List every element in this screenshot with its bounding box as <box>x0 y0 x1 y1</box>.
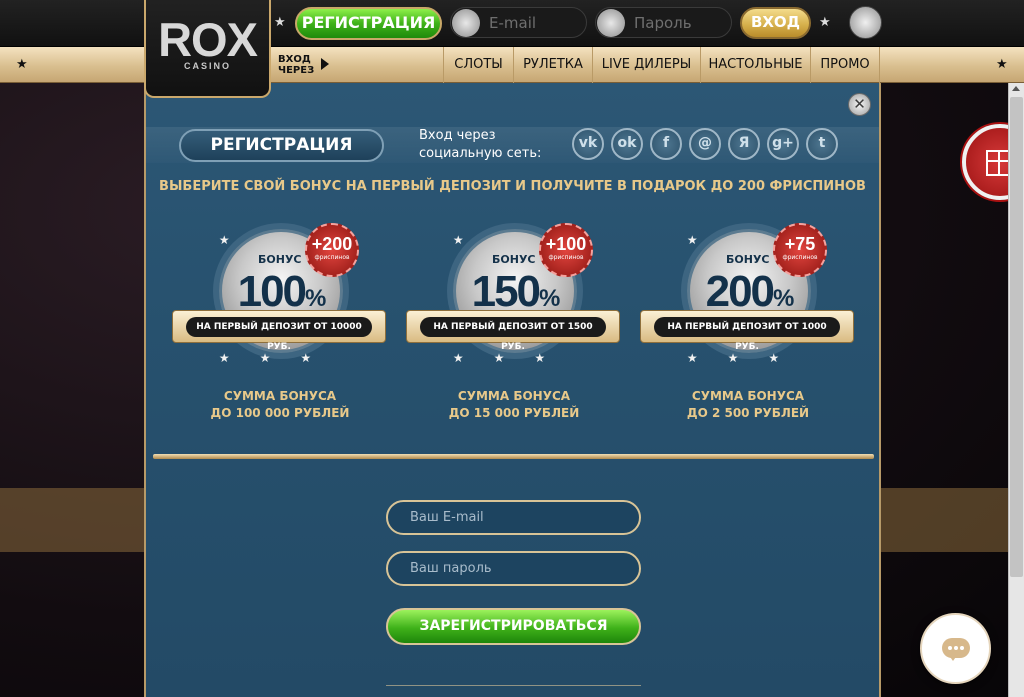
password-input[interactable] <box>386 551 641 586</box>
star-icon: ★ <box>996 57 1008 72</box>
social-login-label: Вход через социальную сеть: <box>419 128 542 161</box>
odnoklassniki-icon[interactable]: ok <box>611 128 643 160</box>
scrollbar-thumb[interactable] <box>1010 97 1023 577</box>
login-via-label[interactable]: ВХОД ЧЕРЕЗ <box>278 54 314 76</box>
twitter-icon[interactable]: t <box>806 128 838 160</box>
star-icon: ★★★ <box>218 351 342 365</box>
nav-item-slots[interactable]: СЛОТЫ <box>443 47 513 83</box>
scrollbar[interactable] <box>1008 83 1024 697</box>
background-banner-right <box>880 488 1010 552</box>
nav-item-roulette[interactable]: РУЛЕТКА <box>513 47 592 83</box>
background-banner-left <box>0 488 150 552</box>
freespins-badge: +200 фриспинов <box>305 223 359 277</box>
bonus-sum-200: СУММА БОНУСА ДО 2 500 РУБЛЕЙ <box>686 389 810 420</box>
logo-subtitle: CASINO <box>183 61 231 71</box>
play-arrow-icon[interactable] <box>321 58 329 70</box>
facebook-icon[interactable]: f <box>650 128 682 160</box>
submit-register-button[interactable]: ЗАРЕГИСТРИРОВАТЬСЯ <box>386 608 641 645</box>
modal-title: РЕГИСТРАЦИЯ <box>179 129 384 162</box>
chat-icon <box>942 638 970 661</box>
freespins-badge: +100 фриспинов <box>539 223 593 277</box>
chat-button[interactable] <box>920 613 991 684</box>
bonus-card-100[interactable]: ★★★ БОНУС 100% +200 фриспинов НА ПЕРВЫЙ … <box>170 223 390 373</box>
star-icon: ★ <box>819 15 831 30</box>
logo[interactable]: ROX CASINO <box>144 0 271 98</box>
register-button[interactable]: РЕГИСТРАЦИЯ <box>295 7 442 40</box>
nav-item-promo[interactable]: ПРОМО <box>810 47 880 83</box>
divider <box>386 685 641 686</box>
registration-modal: ✕ РЕГИСТРАЦИЯ Вход через социальную сеть… <box>144 83 881 697</box>
bonus-word: БОНУС <box>258 253 302 266</box>
password-placeholder: Пароль <box>634 14 692 32</box>
close-icon[interactable]: ✕ <box>848 93 871 116</box>
bonus-sum-150: СУММА БОНУСА ДО 15 000 РУБЛЕЙ <box>448 389 580 420</box>
divider <box>153 454 874 459</box>
bonus-ribbon: НА ПЕРВЫЙ ДЕПОЗИТ ОТ 10000 РУБ. <box>172 310 386 352</box>
email-field[interactable]: E-mail <box>450 7 587 38</box>
nav-item-live-dealers[interactable]: LIVE ДИЛЕРЫ <box>592 47 700 83</box>
bonus-word: БОНУС <box>492 253 536 266</box>
bonus-ribbon: НА ПЕРВЫЙ ДЕПОЗИТ ОТ 1000 РУБ. <box>640 310 854 352</box>
bonus-word: БОНУС <box>726 253 770 266</box>
bonus-sum-100: СУММА БОНУСА ДО 100 000 РУБЛЕЙ <box>210 389 350 420</box>
key-icon <box>597 9 625 37</box>
password-field[interactable]: Пароль <box>595 7 732 38</box>
star-icon: ★★★ <box>452 351 576 365</box>
login-button[interactable]: ВХОД <box>740 7 811 39</box>
search-icon[interactable] <box>849 6 882 39</box>
email-placeholder: E-mail <box>489 14 537 32</box>
bonus-heading: ВЫБЕРИТЕ СВОЙ БОНУС НА ПЕРВЫЙ ДЕПОЗИТ И … <box>159 179 866 194</box>
bonus-card-150[interactable]: ★★★ БОНУС 150% +100 фриспинов НА ПЕРВЫЙ … <box>404 223 624 373</box>
scroll-up-arrow-icon[interactable] <box>1012 86 1020 91</box>
nav-item-table-games[interactable]: НАСТОЛЬНЫЕ <box>700 47 810 83</box>
star-icon: ★ <box>274 15 286 30</box>
vk-icon[interactable]: vk <box>572 128 604 160</box>
user-icon <box>452 9 480 37</box>
yandex-icon[interactable]: Я <box>728 128 760 160</box>
google-plus-icon[interactable]: g+ <box>767 128 799 160</box>
bonus-ribbon: НА ПЕРВЫЙ ДЕПОЗИТ ОТ 1500 РУБ. <box>406 310 620 352</box>
star-icon: ★★★ <box>686 351 810 365</box>
star-icon: ★ <box>16 57 28 72</box>
mailru-icon[interactable]: @ <box>689 128 721 160</box>
bonus-card-200[interactable]: ★★★ БОНУС 200% +75 фриспинов НА ПЕРВЫЙ Д… <box>638 223 858 373</box>
email-input[interactable] <box>386 500 641 535</box>
freespins-badge: +75 фриспинов <box>773 223 827 277</box>
logo-text: ROX <box>158 13 258 66</box>
